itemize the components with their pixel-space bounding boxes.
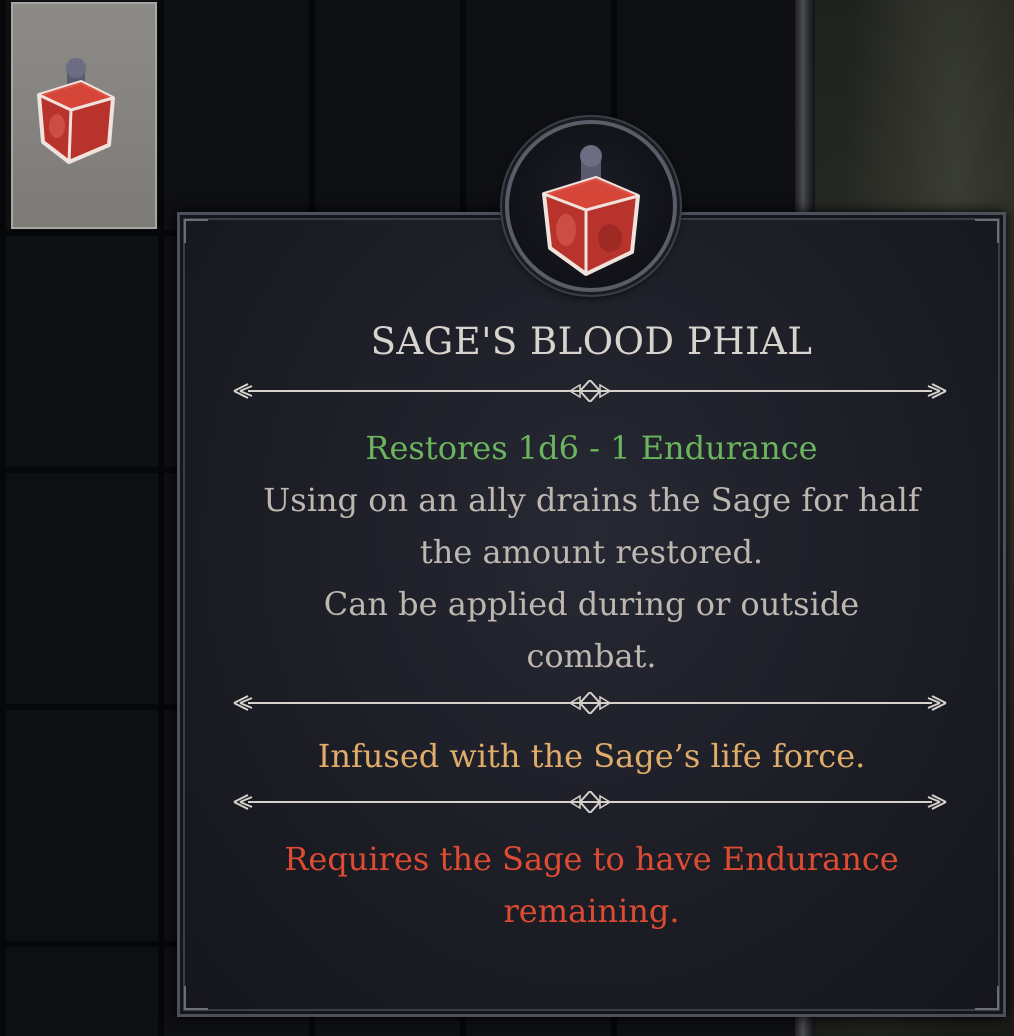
blood-phial-icon: [37, 58, 115, 164]
frame-corner: [184, 219, 208, 243]
item-requirement: Requires the Sage to have Endurance: [284, 840, 899, 878]
ornamental-divider: [233, 380, 947, 402]
ornamental-divider: [233, 791, 947, 813]
ornamental-divider: [233, 692, 947, 714]
item-flavor-text: Infused with the Sage’s life force.: [317, 737, 866, 775]
item-description-line: Using on an ally drains the Sage for hal…: [263, 481, 920, 519]
item-description-line: the amount restored.: [419, 533, 764, 571]
item-icon-medallion: [505, 120, 677, 292]
item-description-line: combat.: [526, 637, 657, 675]
blood-phial-icon: [542, 145, 640, 276]
item-description-line: Can be applied during or outside: [323, 585, 860, 623]
frame-corner: [184, 986, 208, 1010]
item-title: SAGE'S BLOOD PHIAL: [370, 320, 813, 363]
item-effect: Restores 1d6 - 1 Endurance: [365, 429, 818, 467]
frame-corner: [975, 219, 999, 243]
inventory-slot-selected[interactable]: [11, 2, 157, 229]
grid-divider: [158, 0, 164, 1036]
frame-corner: [975, 986, 999, 1010]
item-requirement: remaining.: [503, 892, 680, 930]
grid-divider: [0, 0, 6, 1036]
